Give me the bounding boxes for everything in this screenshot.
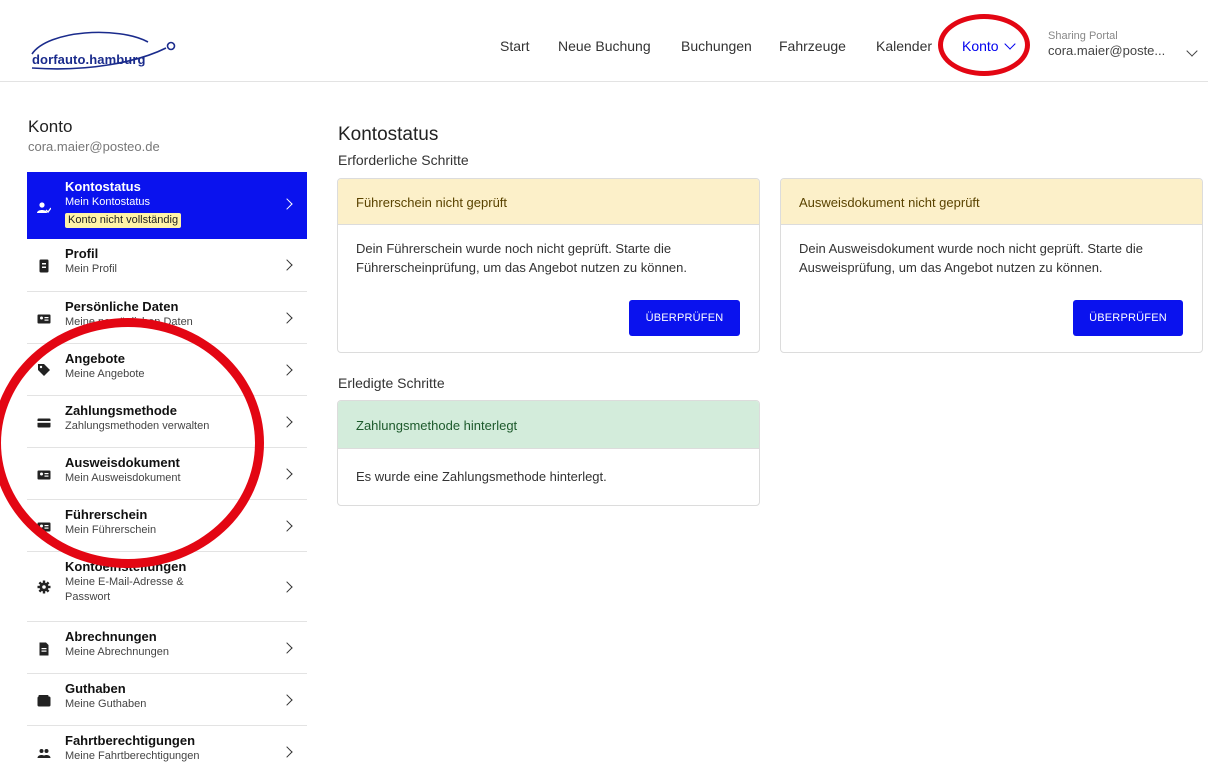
chevron-right-icon: [281, 468, 293, 480]
tags-icon: [38, 364, 50, 376]
required-steps-label: Erforderliche Schritte: [338, 152, 469, 168]
license-card-header: Führerschein nicht geprüft: [338, 179, 759, 225]
payment-card-header: Zahlungsmethode hinterlegt: [338, 401, 759, 449]
sidebar-item-guthaben[interactable]: Guthaben Meine Guthaben: [27, 674, 307, 726]
invoice-icon: [39, 642, 49, 656]
nav-buchungen[interactable]: Buchungen: [681, 38, 752, 54]
payment-card-body: Es wurde eine Zahlungsmethode hinterlegt…: [356, 469, 607, 484]
sidebar-item-persoenliche-daten[interactable]: Persönliche Daten Meine persönlichen Dat…: [27, 292, 307, 344]
verify-license-button[interactable]: ÜBERPRÜFEN: [629, 300, 740, 336]
user-menu-chevron-icon[interactable]: [1186, 45, 1198, 57]
sidebar-item-kontoeinstellungen[interactable]: Kontoeinstellungen Meine E-Mail-Adresse …: [27, 552, 307, 622]
sidebar-item-sub: Meine E-Mail-Adresse & Passwort: [65, 576, 184, 603]
sidebar-item-ausweisdokument[interactable]: Ausweisdokument Mein Ausweisdokument: [27, 448, 307, 500]
top-header: dorfauto.hamburg Start Neue Buchung Buch…: [0, 0, 1208, 82]
chevron-right-icon: [281, 746, 293, 758]
sidebar-item-sub: Meine Angebote: [65, 368, 145, 380]
nav-fahrzeuge[interactable]: Fahrzeuge: [779, 38, 846, 54]
chevron-right-icon: [281, 312, 293, 324]
chevron-right-icon: [281, 259, 293, 271]
nav-start[interactable]: Start: [500, 38, 530, 54]
gear-icon: [37, 580, 51, 594]
sidebar-item-label: Guthaben: [65, 681, 126, 696]
user-portal-label: Sharing Portal: [1048, 30, 1118, 42]
chevron-right-icon: [281, 694, 293, 706]
sidebar-item-sub: Meine Guthaben: [65, 698, 147, 710]
id-badge-icon: [39, 259, 49, 273]
credit-card-icon: [37, 418, 51, 428]
sidebar-item-angebote[interactable]: Angebote Meine Angebote: [27, 344, 307, 396]
logo-text: dorfauto.hamburg: [32, 52, 146, 67]
sidebar-item-label: Angebote: [65, 351, 125, 366]
status-badge: Konto nicht vollständig: [65, 213, 182, 228]
user-menu[interactable]: Sharing Portal cora.maier@poste...: [1048, 30, 1165, 58]
person-check-icon: [37, 202, 51, 214]
wallet-icon: [37, 695, 51, 707]
id-card-icon: [37, 470, 51, 480]
done-steps-label: Erledigte Schritte: [338, 375, 445, 391]
sidebar-item-label: Ausweisdokument: [65, 455, 180, 470]
sidebar-item-kontostatus[interactable]: Kontostatus Mein Kontostatus Konto nicht…: [27, 172, 307, 239]
sidebar-item-label: Führerschein: [65, 507, 148, 522]
user-email: cora.maier@poste...: [1048, 43, 1166, 58]
id-card-header: Ausweisdokument nicht geprüft: [781, 179, 1202, 225]
chevron-right-icon: [281, 364, 293, 376]
sidebar-item-label: Kontoeinstellungen: [65, 559, 187, 574]
chevron-right-icon: [281, 520, 293, 532]
sidebar-item-sub: Mein Kontostatus: [65, 196, 150, 208]
sidebar-title: Konto: [28, 117, 73, 136]
sidebar-item-sub: Mein Ausweisdokument: [65, 472, 181, 484]
sidebar-item-sub: Meine Fahrtberechtigungen: [65, 750, 200, 762]
sidebar-item-label: Persönliche Daten: [65, 299, 179, 314]
sidebar-item-label: Profil: [65, 246, 99, 261]
nav-konto[interactable]: Konto: [962, 38, 1016, 54]
sidebar-item-sub: Zahlungsmethoden verwalten: [65, 420, 210, 432]
nav-kalender[interactable]: Kalender: [876, 38, 932, 54]
brand-logo[interactable]: dorfauto.hamburg: [28, 26, 188, 70]
nav-konto-label: Konto: [962, 38, 999, 54]
sidebar-item-sub: Mein Profil: [65, 263, 117, 275]
sidebar-item-label: Abrechnungen: [65, 629, 157, 644]
chevron-right-icon: [281, 581, 293, 593]
verify-id-button[interactable]: ÜBERPRÜFEN: [1073, 300, 1183, 336]
id-card-card: Ausweisdokument nicht geprüft Dein Auswe…: [780, 178, 1203, 353]
payment-card: Zahlungsmethode hinterlegt Es wurde eine…: [337, 400, 760, 506]
sidebar-item-label: Fahrtberechtigungen: [65, 733, 196, 748]
sidebar-item-fahrtberechtigungen[interactable]: Fahrtberechtigungen Meine Fahrtberechtig…: [27, 726, 307, 769]
sidebar-item-sub: Mein Führerschein: [65, 524, 157, 536]
license-card: Führerschein nicht geprüft Dein Führersc…: [337, 178, 760, 353]
chevron-right-icon: [281, 416, 293, 428]
sidebar-item-label: Zahlungsmethode: [65, 403, 177, 418]
chevron-right-icon: [281, 198, 293, 210]
sidebar-email: cora.maier@posteo.de: [28, 139, 160, 154]
license-card-body: Dein Führerschein wurde noch nicht geprü…: [356, 241, 687, 275]
sidebar-menu: Kontostatus Mein Kontostatus Konto nicht…: [27, 172, 307, 769]
sidebar-item-label: Kontostatus: [65, 179, 141, 194]
sidebar-item-fuehrerschein[interactable]: Führerschein Mein Führerschein: [27, 500, 307, 552]
id-card-icon: [37, 522, 51, 532]
nav-neue-buchung[interactable]: Neue Buchung: [558, 38, 651, 54]
chevron-down-icon: [1003, 38, 1016, 50]
id-card-icon: [37, 314, 51, 324]
sidebar-item-sub: Meine Abrechnungen: [65, 646, 169, 658]
sidebar-item-abrechnungen[interactable]: Abrechnungen Meine Abrechnungen: [27, 622, 307, 674]
sidebar-item-zahlungsmethode[interactable]: Zahlungsmethode Zahlungsmethoden verwalt…: [27, 396, 307, 448]
users-icon: [37, 749, 51, 758]
page-title: Kontostatus: [338, 124, 439, 145]
sidebar-item-sub: Meine persönlichen Daten: [65, 316, 193, 328]
id-card-body: Dein Ausweisdokument wurde noch nicht ge…: [799, 241, 1143, 275]
sidebar-item-profil[interactable]: Profil Mein Profil: [27, 239, 307, 292]
chevron-right-icon: [281, 642, 293, 654]
